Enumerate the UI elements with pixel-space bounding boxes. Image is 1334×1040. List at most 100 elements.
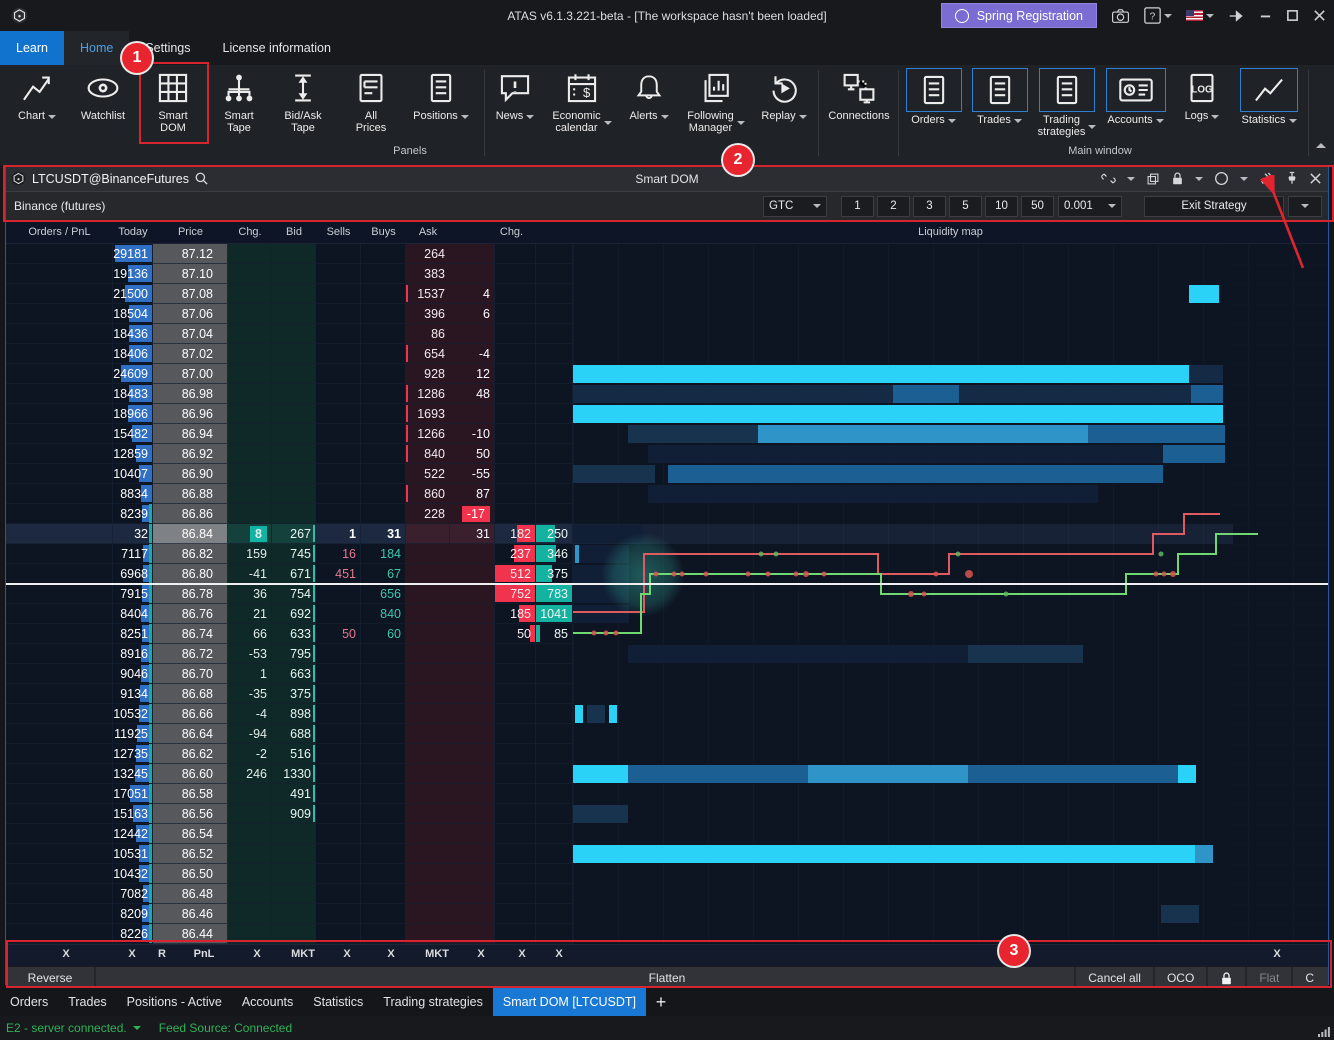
chevron-down-icon: [1164, 14, 1172, 18]
ribbon-button-replay[interactable]: Replay: [754, 68, 814, 123]
workspace-tab-accounts[interactable]: Accounts: [232, 988, 303, 1016]
workspace-tab-trading-strategies[interactable]: Trading strategies: [373, 988, 493, 1016]
workspace-tab-trades[interactable]: Trades: [58, 988, 116, 1016]
qty-preset-10[interactable]: 10: [985, 196, 1018, 217]
close-button[interactable]: [1313, 9, 1326, 22]
footer-marker-mkt-8[interactable]: MKT: [425, 948, 449, 960]
ribbon-button-alerts[interactable]: Alerts: [622, 68, 676, 123]
footer-marker-mkt-5[interactable]: MKT: [291, 948, 315, 960]
ribbon-tab-home[interactable]: Home: [64, 31, 129, 65]
ribbon-button-watchlist[interactable]: Watchlist: [70, 68, 136, 123]
maximize-button[interactable]: [1286, 9, 1299, 22]
ribbon-button-all-prices[interactable]: All Prices: [340, 68, 402, 134]
column-header-chg-[interactable]: Chg.: [450, 226, 573, 238]
column-header-price[interactable]: Price: [153, 226, 228, 238]
oco-button[interactable]: OCO: [1153, 967, 1206, 989]
status-bar: E2 - server connected. Feed Source: Conn…: [0, 1016, 1334, 1040]
ribbon-button-trading-strategies[interactable]: Trading strategies: [1034, 68, 1100, 138]
screenshot-camera-icon[interactable]: [1111, 8, 1130, 24]
lock-orders-button[interactable]: [1206, 967, 1245, 989]
footer-marker-pnl-3[interactable]: PnL: [194, 948, 215, 960]
column-header-bid[interactable]: Bid: [272, 226, 316, 238]
qty-preset-3[interactable]: 3: [913, 196, 946, 217]
tif-select[interactable]: GTC: [763, 196, 827, 217]
footer-marker-x-4[interactable]: X: [253, 948, 260, 960]
ribbon-button-positions[interactable]: Positions: [406, 68, 476, 123]
ribbon-button-statistics[interactable]: Statistics: [1236, 68, 1302, 127]
ribbon-button-following-manager[interactable]: Following Manager: [680, 68, 752, 134]
chevron-down-icon[interactable]: [1240, 177, 1248, 181]
workspace-tab-smart-dom-ltcusdt-[interactable]: Smart DOM [LTCUSDT]: [493, 988, 646, 1016]
column-header-sells[interactable]: Sells: [316, 226, 361, 238]
trade-dot: [908, 591, 914, 597]
unlink-icon[interactable]: [1101, 171, 1116, 186]
chevron-down-icon: [1108, 204, 1116, 208]
flat-button[interactable]: Flat: [1245, 967, 1291, 989]
trade-dot: [794, 572, 799, 577]
c-button[interactable]: C: [1291, 967, 1326, 989]
footer-marker-x-9[interactable]: X: [477, 948, 484, 960]
color-circle-icon[interactable]: [1214, 171, 1229, 186]
chevron-down-icon: [799, 115, 807, 119]
footer-marker-x-1[interactable]: X: [128, 948, 135, 960]
column-header-ask[interactable]: Ask: [406, 226, 450, 238]
column-header-liquidity-map[interactable]: Liquidity map: [573, 226, 1328, 238]
ribbon-button-news[interactable]: News: [488, 68, 542, 123]
tick-step-select[interactable]: 0.001: [1058, 196, 1122, 217]
pin-window-button[interactable]: [1228, 9, 1245, 23]
ribbon-tab-license-information[interactable]: License information: [207, 31, 347, 65]
qty-preset-1[interactable]: 1: [841, 196, 874, 217]
ribbon-button-connections[interactable]: Connections: [822, 68, 896, 123]
footer-marker-x-11[interactable]: X: [555, 948, 562, 960]
minimize-button[interactable]: [1259, 9, 1272, 22]
duplicate-icon[interactable]: [1146, 172, 1160, 186]
server-status[interactable]: E2 - server connected.: [6, 1021, 127, 1035]
trade-dot: [1004, 592, 1009, 597]
ribbon-button-economic-calendar[interactable]: $Economic calendar: [546, 68, 618, 134]
help-menu-button[interactable]: ?: [1144, 7, 1172, 24]
ribbon-tab-learn[interactable]: Learn: [0, 31, 64, 65]
ribbon-button-smart-dom[interactable]: Smart DOM: [142, 68, 204, 134]
follow-icon: [698, 71, 734, 105]
svg-text:LOG: LOG: [1191, 85, 1213, 96]
ribbon-button-smart-tape[interactable]: Smart Tape: [210, 68, 268, 134]
doc2-icon: [354, 71, 388, 105]
qty-preset-50[interactable]: 50: [1021, 196, 1054, 217]
footer-marker-x-12[interactable]: X: [1273, 948, 1280, 960]
language-flag-button[interactable]: [1186, 10, 1214, 21]
column-header-chg-[interactable]: Chg.: [228, 226, 272, 238]
workspace-tab-orders[interactable]: Orders: [0, 988, 58, 1016]
chevron-down-icon[interactable]: [133, 1026, 141, 1030]
ribbon-button-trades[interactable]: Trades: [968, 68, 1031, 127]
chevron-down-icon[interactable]: [1127, 177, 1135, 181]
ribbon-button-orders[interactable]: Orders: [902, 68, 965, 127]
ribbon-button-bid-ask-tape[interactable]: Bid/Ask Tape: [272, 68, 334, 134]
qty-preset-2[interactable]: 2: [877, 196, 910, 217]
footer-marker-x-6[interactable]: X: [343, 948, 350, 960]
collapse-ribbon-button[interactable]: [1316, 143, 1326, 148]
lock-icon[interactable]: [1171, 171, 1184, 186]
ribbon-button-chart[interactable]: Chart: [8, 68, 66, 123]
smart-dom-titlebar[interactable]: LTCUSDT@BinanceFutures Smart DOM: [6, 166, 1328, 191]
trade-dot: [965, 570, 973, 578]
card-icon: [1117, 73, 1155, 107]
bid-ask-history-lines: [6, 244, 1328, 944]
ribbon-button-logs[interactable]: LOGLogs: [1174, 68, 1230, 123]
ribbon-button-accounts[interactable]: Accounts: [1102, 68, 1169, 127]
column-header-orders-pnl[interactable]: Orders / PnL: [6, 226, 113, 238]
footer-marker-r-2[interactable]: R: [158, 948, 166, 960]
column-header-today[interactable]: Today: [113, 226, 153, 238]
chevron-down-icon[interactable]: [1195, 177, 1203, 181]
workspace-tab-statistics[interactable]: Statistics: [303, 988, 373, 1016]
workspace-tab-positions-active[interactable]: Positions - Active: [117, 988, 232, 1016]
trade-dot: [654, 572, 659, 577]
spring-registration-button[interactable]: Spring Registration: [941, 3, 1097, 28]
add-tab-button[interactable]: +: [646, 988, 676, 1016]
footer-marker-x-10[interactable]: X: [518, 948, 525, 960]
footer-marker-x-0[interactable]: X: [62, 948, 69, 960]
column-header-buys[interactable]: Buys: [361, 226, 406, 238]
footer-marker-x-7[interactable]: X: [387, 948, 394, 960]
qty-preset-5[interactable]: 5: [949, 196, 982, 217]
cancel-all-button[interactable]: Cancel all: [1074, 967, 1153, 989]
svg-text:$: $: [583, 85, 591, 100]
